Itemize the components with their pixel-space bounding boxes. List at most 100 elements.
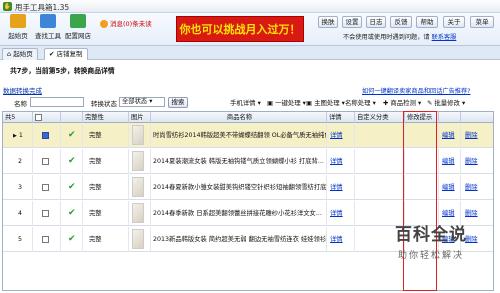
checkmark-icon: ✔ <box>68 130 76 140</box>
row-checkbox[interactable] <box>42 183 49 191</box>
select-all-checkbox[interactable] <box>35 113 42 121</box>
row-checkbox[interactable] <box>42 131 49 139</box>
one-click-button[interactable]: ▣ 一键处理 ▾ <box>267 98 306 107</box>
name-label: 名称 <box>14 100 27 108</box>
row-delete-link[interactable]: 删除 <box>461 123 493 148</box>
row-custom-category <box>355 175 405 200</box>
promo-banner[interactable]: 你也可以挑战月入过万！ <box>176 16 304 42</box>
row-edit-link[interactable]: 编辑 <box>439 175 461 200</box>
row-checkbox[interactable] <box>42 235 49 243</box>
header-image: 图片 <box>129 112 151 123</box>
settings-button[interactable]: 设置 <box>342 16 362 28</box>
contact-support-link[interactable]: 联系客服 <box>432 34 457 41</box>
log-button[interactable]: 日志 <box>366 16 386 28</box>
row-checkbox-cell[interactable] <box>33 175 61 200</box>
header-select-all[interactable] <box>33 112 61 123</box>
row-detail-link[interactable]: 详情 <box>327 123 355 148</box>
row-checkbox[interactable] <box>42 209 49 217</box>
row-product-name: 2013新品韩版女装 简约超美无弱 翻边无袖雪纺连衣 娃娃领衫... <box>151 227 327 252</box>
row-product-name: 2014春季新款 日系超美翻领蕾丝拼接花雕纱小花衫洋文女... <box>151 201 327 226</box>
name-input[interactable] <box>30 97 84 107</box>
config-shop-button[interactable]: 配置网店 <box>63 14 93 40</box>
row-status-icon: ✔ <box>61 123 83 148</box>
row-completeness: 完整 <box>83 175 129 200</box>
feedback-button[interactable]: 反馈 <box>390 16 412 28</box>
row-number: 3 <box>3 175 33 200</box>
find-tools-button[interactable]: 查找工具 <box>33 14 63 40</box>
status-label: 转换状态 <box>91 100 117 108</box>
row-completeness: 完整 <box>83 227 129 252</box>
row-product-name: 2014夏装潮流女装 韩版无袖钩镂气质立领蝴蝶小衫 打底背... <box>151 149 327 174</box>
row-custom-category <box>355 149 405 174</box>
row-thumbnail <box>129 175 151 200</box>
search-button[interactable]: 搜索 <box>168 97 188 108</box>
launch-button[interactable]: 起始页 <box>3 14 33 40</box>
support-notice: 不会使用或使用时遇到问题，请 联系客服 <box>343 34 457 41</box>
tools-icon <box>40 14 56 28</box>
status-select[interactable]: 全部状态 ▾ <box>119 97 165 107</box>
watermark-main: 百科全说 <box>395 225 467 245</box>
header-detail: 详情 <box>327 112 355 123</box>
row-detail-link[interactable]: 详情 <box>327 149 355 174</box>
row-number: 2 <box>3 149 33 174</box>
row-thumbnail <box>129 123 151 148</box>
row-checkbox-cell[interactable] <box>33 227 61 252</box>
row-thumbnail <box>129 149 151 174</box>
row-product-name: 2014春夏新款小雏女装甜美钩织镂空针织衫短袖翻领雪纺打底... <box>151 175 327 200</box>
batch-edit-button[interactable]: ✎ 批量修改 ▾ <box>427 98 465 107</box>
row-checkbox[interactable] <box>42 157 49 165</box>
header-custom-category: 自定义分类 <box>355 112 405 123</box>
header-product-name: 商品名称 <box>151 112 327 123</box>
conversion-status-label: 数据转换完成 <box>3 87 42 95</box>
product-image <box>132 125 144 145</box>
row-status-icon: ✔ <box>61 201 83 226</box>
row-number: 4 <box>3 201 33 226</box>
row-delete-link[interactable]: 删除 <box>461 175 493 200</box>
header-check <box>61 112 83 123</box>
title-bar: ✋ 甩手工具箱1.35 <box>0 0 500 13</box>
home-icon <box>10 14 26 28</box>
header-delete <box>461 112 493 123</box>
row-number: 5 <box>3 227 33 252</box>
row-checkbox-cell[interactable] <box>33 123 61 148</box>
tab-shop-copy[interactable]: ✔ 店铺复制 <box>44 48 88 60</box>
help-button[interactable]: 帮助 <box>416 16 438 28</box>
row-edit-link[interactable]: 编辑 <box>439 149 461 174</box>
header-completeness: 完整性 <box>83 112 129 123</box>
row-completeness: 完整 <box>83 123 129 148</box>
watermark-sub: 助你轻松解决 <box>397 251 464 261</box>
row-detail-link[interactable]: 详情 <box>327 175 355 200</box>
about-button[interactable]: 关于 <box>443 16 465 28</box>
message-link[interactable]: 消息(0)条未读 <box>100 18 152 28</box>
checkmark-icon: ✔ <box>68 156 76 166</box>
menu-button[interactable]: 菜单 <box>470 16 494 28</box>
tab-launch[interactable]: ⌂ 起始页 <box>2 48 38 60</box>
checkmark-icon: ✔ <box>68 208 76 218</box>
row-delete-link[interactable]: 删除 <box>461 149 493 174</box>
checkmark-icon: ✔ <box>68 234 76 244</box>
row-detail-link[interactable]: 详情 <box>327 227 355 252</box>
shop-icon <box>70 14 86 28</box>
row-edit-link[interactable]: 编辑 <box>439 123 461 148</box>
row-thumbnail <box>129 227 151 252</box>
product-check-button[interactable]: ✚ 商品检测 ▾ <box>383 98 421 107</box>
row-checkbox-cell[interactable] <box>33 149 61 174</box>
row-detail-link[interactable]: 详情 <box>327 201 355 226</box>
row-completeness: 完整 <box>83 201 129 226</box>
step-indicator: 共7步，当前第5步，转换商品详情 <box>10 67 115 75</box>
row-thumbnail <box>129 201 151 226</box>
main-toolbar: 起始页 查找工具 配置网店 消息(0)条未读 你也可以挑战月入过万！ 换肤 设置… <box>0 13 500 46</box>
skin-button[interactable]: 换肤 <box>318 16 338 28</box>
row-status-icon: ✔ <box>61 227 83 252</box>
checkmark-icon: ✔ <box>68 182 76 192</box>
row-completeness: 完整 <box>83 149 129 174</box>
product-image <box>132 151 144 171</box>
product-image <box>132 229 144 249</box>
row-checkbox-cell[interactable] <box>33 201 61 226</box>
main-image-button[interactable]: ▣ 主图处理 ▾ <box>306 98 345 107</box>
filter-bar: 名称 转换状态 全部状态 ▾ 搜索 手机详情 ▾ ▣ 一键处理 ▾ ▣ 主图处理… <box>0 97 500 109</box>
product-image <box>132 177 144 197</box>
translate-help-link[interactable]: 如何一键翻译卖家商品和回话广告推荐? <box>362 86 470 95</box>
mobile-detail-button[interactable]: 手机详情 ▾ <box>230 98 261 107</box>
name-process-button[interactable]: 名称处理 ▾ <box>345 98 376 107</box>
